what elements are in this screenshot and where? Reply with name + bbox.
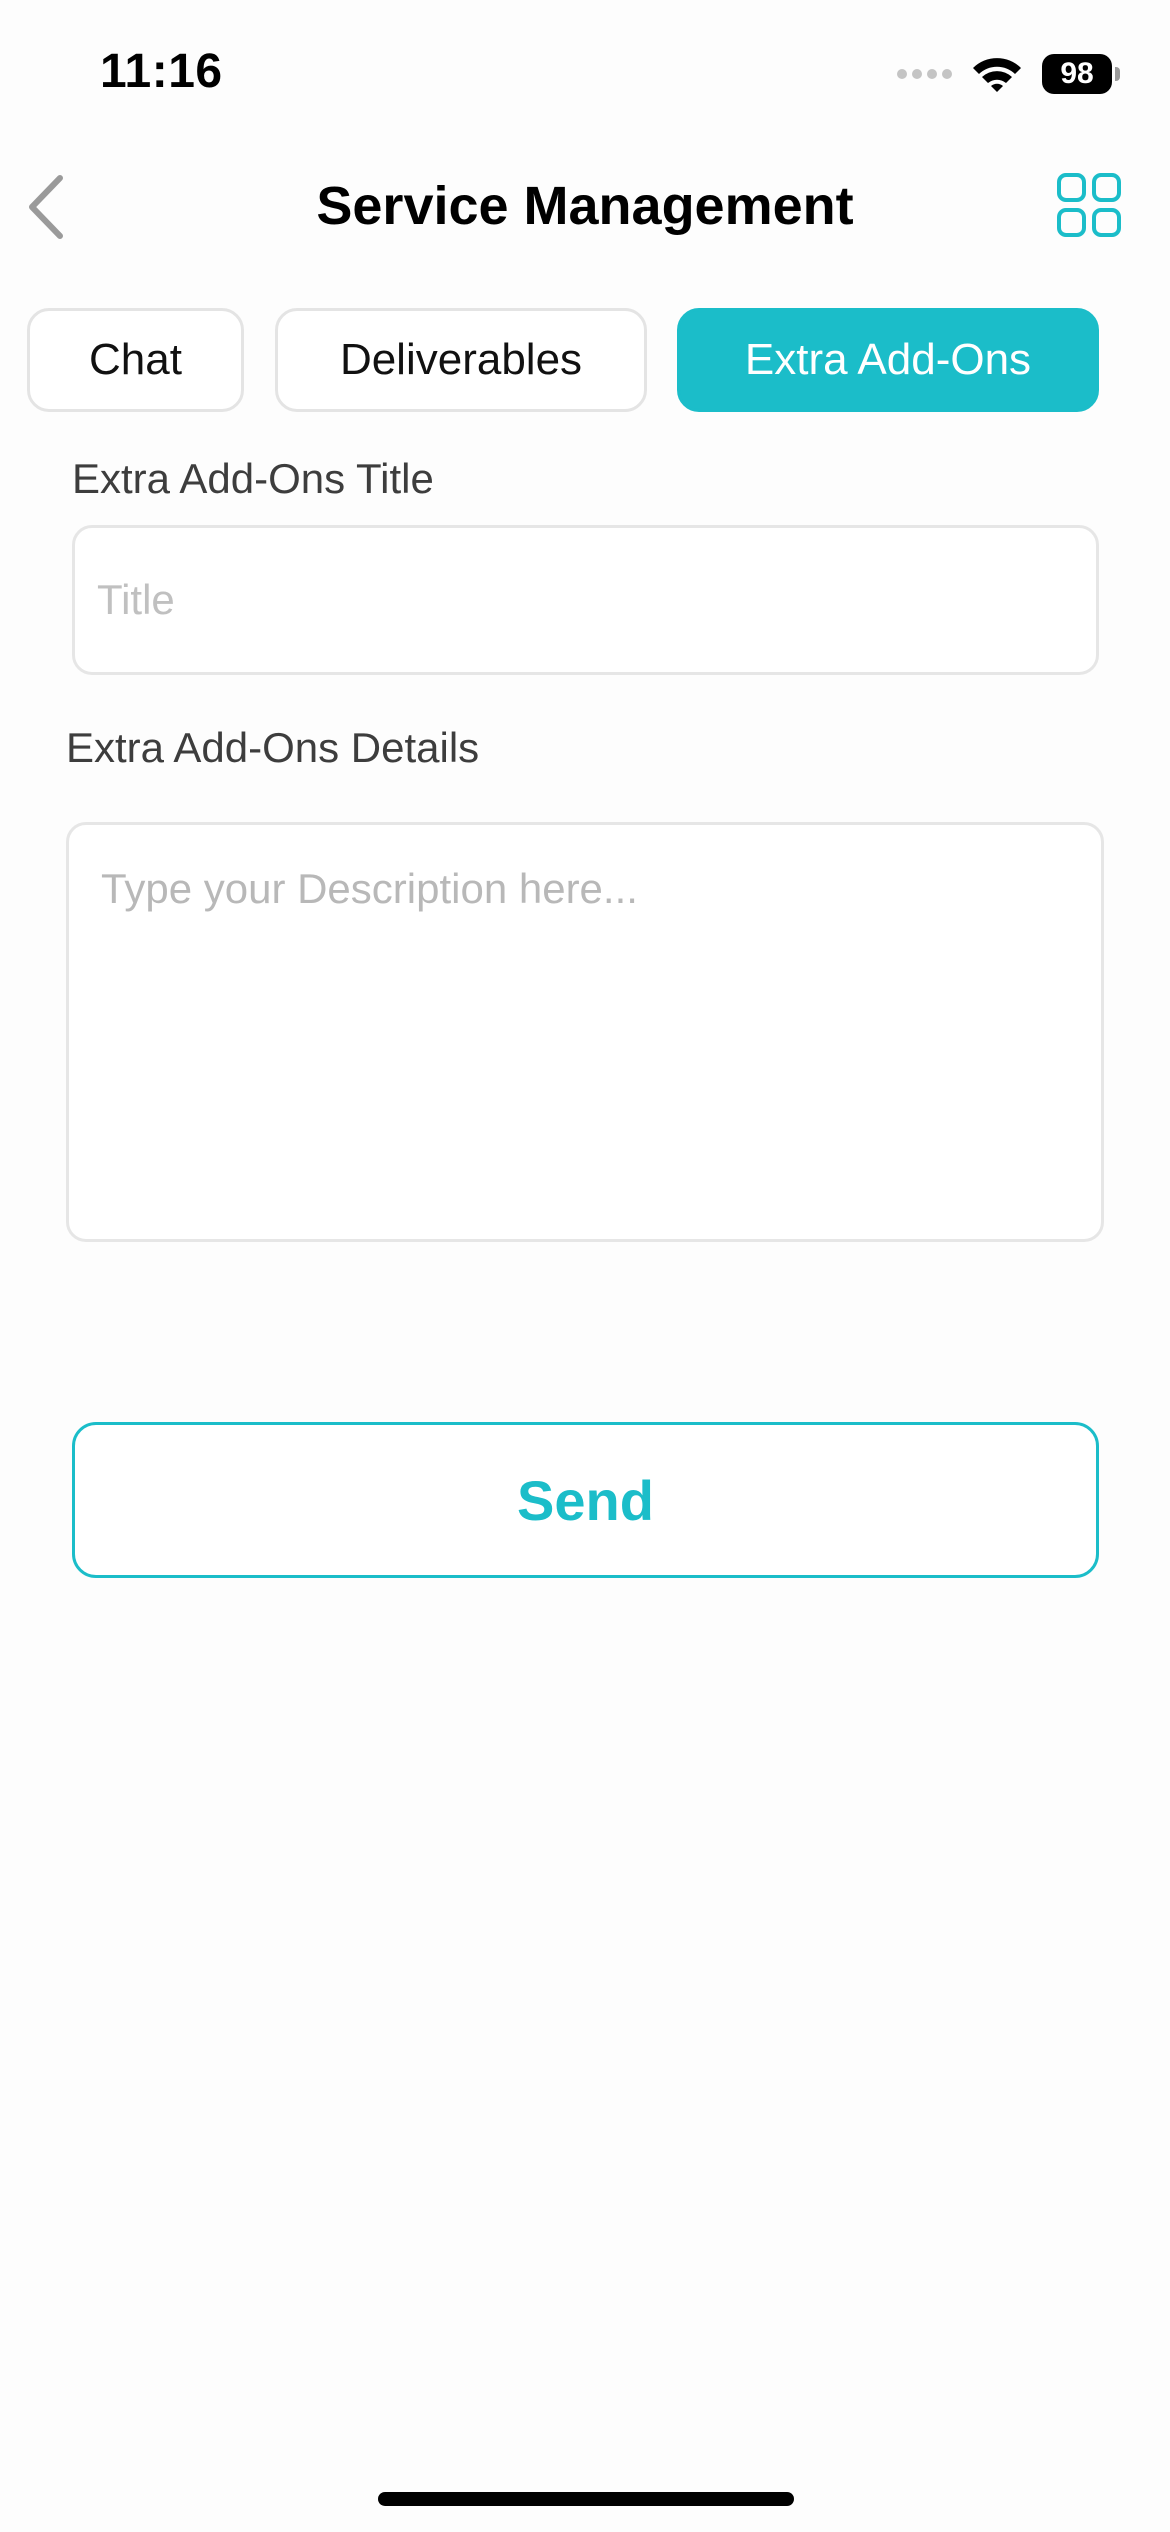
title-input[interactable] [72, 525, 1099, 675]
tab-extra-add-ons-label: Extra Add-Ons [744, 335, 1032, 384]
send-button-label: Send [517, 1468, 654, 1532]
battery-level: 98 [1060, 57, 1094, 90]
details-field-label: Extra Add-Ons Details [66, 724, 480, 771]
tab-deliverables[interactable]: Deliverables [275, 308, 647, 412]
home-indicator[interactable] [378, 2492, 794, 2506]
send-button[interactable]: Send [72, 1422, 1099, 1578]
battery-icon: 98 [1042, 54, 1120, 94]
wifi-icon [973, 58, 1021, 92]
page-title: Service Management [316, 176, 854, 236]
title-field-label: Extra Add-Ons Title [72, 455, 434, 502]
status-time: 11:16 [100, 45, 223, 98]
signal-icon [897, 69, 952, 79]
grid-icon[interactable] [1056, 172, 1122, 238]
details-textarea[interactable] [66, 822, 1104, 1242]
tab-chat[interactable]: Chat [27, 308, 244, 412]
tab-extra-add-ons[interactable]: Extra Add-Ons [677, 308, 1099, 412]
service-management-screen: 11:16 98 Service Management Chat Deliver… [0, 0, 1170, 2532]
tab-deliverables-label: Deliverables [339, 335, 583, 384]
tab-chat-label: Chat [89, 335, 182, 384]
status-icons: 98 [897, 52, 1120, 96]
